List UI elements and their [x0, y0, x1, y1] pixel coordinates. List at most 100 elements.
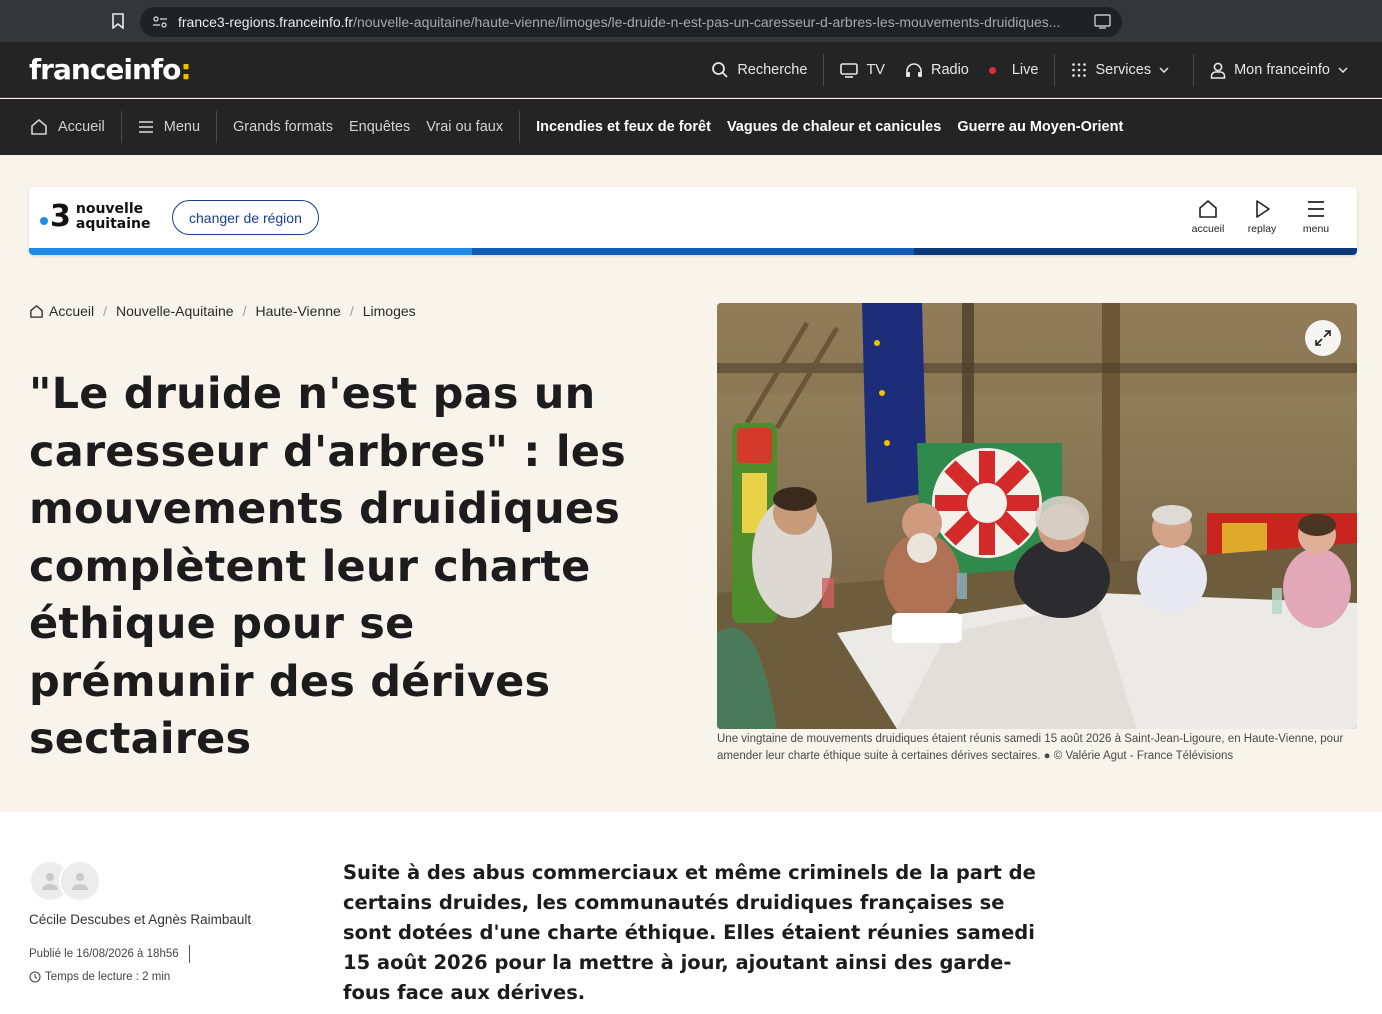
- live-label: Live: [1011, 62, 1039, 78]
- breadcrumb-separator: /: [349, 303, 354, 319]
- url-text: france3-regions.franceinfo.fr/nouvelle-a…: [178, 14, 1078, 30]
- live-link[interactable]: Live: [979, 42, 1049, 98]
- nav-home-label: Accueil: [58, 119, 105, 135]
- article-authors[interactable]: Cécile Descubes et Agnès Raimbault: [29, 912, 251, 927]
- france3-region-logo[interactable]: 3 nouvelle aquitaine: [40, 202, 151, 232]
- grid-icon: [1072, 63, 1087, 77]
- stripe-segment: [914, 248, 1357, 255]
- home-icon: [30, 304, 43, 318]
- region-menu-button[interactable]: menu: [1289, 199, 1343, 235]
- stripe-segment: [29, 248, 472, 255]
- nav-menu[interactable]: Menu: [130, 119, 208, 135]
- tv-icon: [840, 63, 859, 78]
- services-dropdown[interactable]: Services: [1061, 42, 1187, 98]
- region-replay-button[interactable]: replay: [1235, 199, 1289, 235]
- topic-link-moyen-orient[interactable]: Guerre au Moyen-Orient: [949, 119, 1131, 135]
- divider: [188, 945, 190, 963]
- user-icon: [42, 873, 58, 890]
- account-label: Mon franceinfo: [1234, 62, 1330, 78]
- expand-icon: [1315, 330, 1331, 346]
- publish-date: Publié le 16/08/2026 à 18h56: [29, 945, 190, 963]
- hamburger-icon: [138, 121, 153, 133]
- browser-toolbar: france3-regions.franceinfo.fr/nouvelle-a…: [0, 0, 1382, 42]
- article-photo[interactable]: [717, 303, 1357, 729]
- divider: [216, 111, 218, 143]
- divider: [823, 54, 825, 86]
- main-nav: Accueil Menu Grands formats Enquêtes Vra…: [0, 99, 1382, 155]
- topic-link-incendies[interactable]: Incendies et feux de forêt: [528, 119, 719, 135]
- stripe-segment: [471, 248, 915, 255]
- author-avatars: [29, 860, 103, 902]
- logo-text: franceinfo: [29, 53, 181, 86]
- region-name-line2: aquitaine: [75, 216, 151, 232]
- user-icon: [72, 873, 88, 890]
- topic-link-canicules[interactable]: Vagues de chaleur et canicules: [719, 119, 949, 135]
- region-home-button[interactable]: accueil: [1181, 199, 1235, 235]
- nav-home[interactable]: Accueil: [30, 118, 113, 136]
- divider: [519, 111, 521, 143]
- chevron-down-icon: [1159, 67, 1169, 73]
- cast-icon[interactable]: [1094, 13, 1112, 31]
- account-dropdown[interactable]: Mon franceinfo: [1200, 42, 1382, 98]
- publish-date-text: Publié le 16/08/2026 à 18h56: [29, 948, 179, 960]
- divider: [1054, 54, 1056, 86]
- chevron-down-icon: [1338, 67, 1348, 73]
- nav-menu-label: Menu: [163, 119, 201, 135]
- divider: [120, 111, 122, 143]
- logo-number: 3: [50, 199, 71, 234]
- breadcrumb-limoges[interactable]: Limoges: [363, 303, 416, 319]
- breadcrumb-nouvelle-aquitaine[interactable]: Nouvelle-Aquitaine: [116, 303, 234, 319]
- url-host: france3-regions.franceinfo.fr: [178, 14, 354, 30]
- radio-link[interactable]: Radio: [895, 42, 979, 98]
- site-info-icon[interactable]: [150, 12, 170, 32]
- nav-link-enquetes[interactable]: Enquêtes: [341, 119, 418, 135]
- photo-caption: Une vingtaine de mouvements druidiques é…: [717, 733, 1344, 762]
- breadcrumb-separator: /: [103, 303, 108, 319]
- region-color-stripe: [29, 248, 1357, 255]
- home-icon: [31, 119, 47, 135]
- region-bar: 3 nouvelle aquitaine changer de région a…: [29, 187, 1357, 255]
- top-nav: Recherche TV Radio Live Services Mon fra…: [701, 42, 1382, 98]
- logo-dot-icon: [40, 217, 48, 225]
- article-lead: Suite à des abus commerciaux et même cri…: [343, 861, 1036, 1004]
- search-icon: [712, 62, 728, 78]
- search-button[interactable]: Recherche: [701, 42, 817, 98]
- headphones-icon: [905, 63, 922, 77]
- breadcrumb-haute-vienne[interactable]: Haute-Vienne: [255, 303, 340, 319]
- clock-icon: [29, 971, 41, 983]
- bookmark-icon[interactable]: [106, 9, 130, 33]
- avatar: [59, 860, 101, 902]
- play-icon: [1256, 200, 1270, 218]
- photo-illustration: [717, 303, 1357, 729]
- region-actions: accueil replay menu: [1181, 199, 1343, 235]
- expand-photo-button[interactable]: [1305, 320, 1341, 356]
- breadcrumb-separator: /: [242, 303, 247, 319]
- address-bar[interactable]: france3-regions.franceinfo.fr/nouvelle-a…: [140, 7, 1122, 37]
- home-icon: [1199, 200, 1217, 218]
- breadcrumb-home[interactable]: Accueil: [29, 303, 94, 319]
- live-dot-icon: [988, 66, 996, 74]
- franceinfo-logo[interactable]: franceinfo:: [29, 53, 192, 86]
- reading-time: Temps de lecture : 2 min: [29, 971, 170, 983]
- url-path: /nouvelle-aquitaine/haute-vienne/limoges…: [353, 14, 1061, 30]
- tv-label: TV: [866, 62, 885, 78]
- region-replay-label: replay: [1247, 223, 1277, 235]
- change-region-button[interactable]: changer de région: [172, 200, 319, 235]
- region-home-label: accueil: [1191, 223, 1225, 235]
- tv-link[interactable]: TV: [830, 42, 895, 98]
- article-title: "Le druide n'est pas un caresseur d'arbr…: [29, 369, 626, 764]
- region-name-line1: nouvelle: [75, 201, 144, 217]
- reading-time-text: Temps de lecture : 2 min: [45, 971, 171, 983]
- breadcrumb-label: Accueil: [49, 303, 95, 319]
- site-header: franceinfo: Recherche TV Radio Live Serv…: [0, 42, 1382, 98]
- nav-link-vrai-ou-faux[interactable]: Vrai ou faux: [418, 119, 511, 135]
- divider: [1193, 54, 1195, 86]
- nav-link-grands-formats[interactable]: Grands formats: [225, 119, 341, 135]
- services-label: Services: [1095, 62, 1152, 78]
- user-icon: [1210, 62, 1226, 79]
- breadcrumb: Accueil / Nouvelle-Aquitaine / Haute-Vie…: [29, 303, 416, 319]
- hamburger-icon: [1308, 201, 1324, 217]
- search-label: Recherche: [737, 62, 808, 78]
- logo-colon: :: [180, 53, 191, 86]
- region-menu-label: menu: [1302, 223, 1330, 235]
